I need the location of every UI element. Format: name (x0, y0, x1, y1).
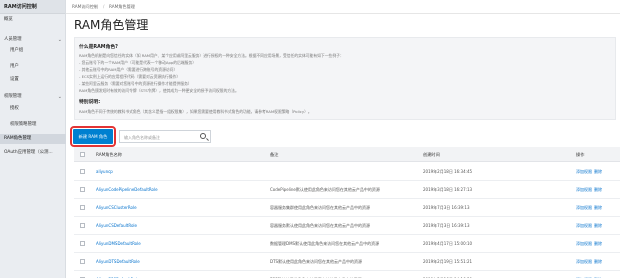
table-row: AliyunDMSDefaultRole 数据管理DMS默认使用此角色来访问您在其… (74, 235, 620, 253)
search-icon[interactable] (200, 133, 206, 139)
create-role-button[interactable]: 新建 RAM 角色 (70, 126, 116, 147)
row-actions: 添加权限删除 (576, 169, 602, 175)
table-row: aliyuncp 2019年2月18日 16:34:45 添加权限 删除 (74, 163, 620, 181)
delete-link[interactable]: 删除 (594, 187, 602, 192)
role-name-link[interactable]: AliyunCSDefaultRole (96, 223, 137, 228)
role-name-link[interactable]: AliyunCodePipelineDefaultRole (96, 187, 158, 192)
role-created-time: 2019年7月3日 16:39:13 (423, 205, 470, 210)
sidebar-item-label: 设置 (10, 77, 19, 82)
page-title: RAM角色管理 (74, 18, 149, 32)
sidebar-item[interactable]: 权限策略管理 (0, 120, 66, 130)
sidebar-item-label: 概览 (4, 17, 13, 22)
sidebar-item[interactable]: RAM角色管理 (0, 134, 66, 144)
sidebar-item[interactable]: 用户 (0, 62, 66, 72)
role-note: 容器服务默认使用此角色来访问您在其他云产品中的资源 (270, 223, 370, 228)
role-created-time: 2019年2月18日 16:34:45 (423, 169, 473, 174)
delete-link[interactable]: 删除 (594, 259, 602, 264)
sidebar-item-label: 权限策略管理 (10, 122, 37, 127)
row-checkbox[interactable] (80, 241, 85, 246)
role-created-time: 2019年2月19日 15:51:21 (423, 259, 473, 264)
table-header: RAM角色名称 备注 创建时间 操作 (74, 147, 620, 162)
table-row: AliyunDTSDefaultRole DTS默认使用此角色来访问您在其他云产品… (74, 253, 620, 271)
role-created-time: 2019年4月17日 15:00:10 (423, 241, 473, 246)
sidebar-item-label: RAM角色管理 (4, 136, 32, 141)
role-name-link[interactable]: AliyunCSClusterRole (96, 205, 137, 210)
sidebar-item-label: 用户 (10, 64, 19, 69)
row-checkbox[interactable] (80, 259, 85, 264)
info-line: - 您云账号下的一个RAM用户（可能是代表一个移动App的后端服务） (79, 60, 197, 65)
sidebar-item-label: 人员管理 (4, 37, 22, 42)
role-note: DTS默认使用此角色来访问您在其他云产品中的资源 (270, 259, 363, 264)
row-actions: 添加权限删除 (576, 187, 602, 193)
delete-link[interactable]: 删除 (594, 169, 602, 174)
role-name-link[interactable]: AliyunDMSDefaultRole (96, 241, 141, 246)
chevron-down-icon[interactable]: ⌄ (58, 35, 62, 45)
row-actions: 添加权限删除 (576, 205, 602, 211)
sidebar-item-label: 用户组 (10, 48, 24, 53)
table-row: AliyunCSDefaultRole 容器服务默认使用此角色来访问您在其他云产品… (74, 217, 620, 235)
row-actions: 添加权限删除 (576, 259, 602, 265)
column-header-name: RAM角色名称 (96, 152, 122, 157)
row-checkbox[interactable] (80, 187, 85, 192)
sidebar-item[interactable]: 设置 (0, 75, 66, 85)
breadcrumb: RAM访问控制 / RAM角色管理 (66, 0, 620, 14)
info-heading-notice: 特别说明: (79, 100, 101, 105)
add-permission-link[interactable]: 添加权限 (576, 223, 592, 228)
app-title: RAM访问控制 (0, 0, 65, 14)
add-permission-link[interactable]: 添加权限 (576, 187, 592, 192)
role-note: 容器服务集群使用此角色来访问您在其他云产品中的资源 (270, 205, 370, 210)
search-input[interactable] (124, 133, 200, 141)
column-header-created: 创建时间 (423, 152, 440, 157)
add-permission-link[interactable]: 添加权限 (576, 241, 592, 246)
delete-link[interactable]: 删除 (594, 241, 602, 246)
info-line: - 某些阿里云服务（需要对您账号中的资源进行操作才能提供服务） (79, 81, 192, 86)
row-checkbox[interactable] (80, 205, 85, 210)
select-all-checkbox[interactable] (80, 152, 85, 157)
add-permission-link[interactable]: 添加权限 (576, 169, 592, 174)
sidebar-item-label: 授权 (10, 106, 19, 111)
sidebar-item[interactable]: 概览 (0, 15, 66, 25)
table-row: AliyunCSClusterRole 容器服务集群使用此角色来访问您在其他云产品… (74, 199, 620, 217)
row-actions: 添加权限删除 (576, 223, 602, 229)
sidebar-item[interactable]: 授权 (0, 104, 66, 114)
info-line: - ECS实例上运行的应用程序代码（需要对云资源执行操作） (79, 74, 181, 79)
row-checkbox[interactable] (80, 223, 85, 228)
sidebar-item[interactable]: OAuth应用管理（公测... (0, 148, 66, 158)
search-box (119, 130, 211, 143)
column-header-ops: 操作 (576, 152, 585, 157)
table-row: AliyunCodePipelineDefaultRole CodePipelin… (74, 181, 620, 199)
add-permission-link[interactable]: 添加权限 (576, 259, 592, 264)
role-name-link[interactable]: aliyuncp (96, 169, 113, 174)
delete-link[interactable]: 删除 (594, 223, 602, 228)
table-row: AliyunESSDefaultRoleESS默认使用此角色来访问您在其他云产品… (74, 271, 620, 278)
sidebar-item[interactable]: 权限管理 ⌄ (0, 92, 66, 102)
info-heading: 什么是RAM角色? (79, 45, 118, 50)
info-line: - 其他云账号中的RAM用户（需要进行跨账号的资源访问） (79, 67, 178, 72)
role-name-link[interactable]: AliyunDTSDefaultRole (96, 259, 140, 264)
sidebar-item[interactable]: 用户组 (0, 46, 66, 56)
breadcrumb-separator: / (103, 4, 105, 9)
delete-link[interactable]: 删除 (594, 205, 602, 210)
breadcrumb-item-ram[interactable]: RAM访问控制 (72, 4, 98, 10)
role-created-time: 2019年7月3日 16:39:13 (423, 223, 470, 228)
role-note: CodePipeline默认使用此角色来访问您在其他云产品中的资源 (270, 187, 380, 192)
chevron-down-icon[interactable]: ⌄ (58, 92, 62, 102)
info-line: RAM角色不同于传统的教科书式角色（其含义是指一组权限集），如果您需要使用教科书… (79, 109, 312, 114)
info-line: RAM角色机制是向您信任的实体（如 RAM用户、某个应用或阿里云服务）进行授权的… (79, 53, 344, 58)
info-panel: 什么是RAM角色? RAM角色机制是向您信任的实体（如 RAM用户、某个应用或阿… (74, 37, 616, 120)
role-note: 数据管理DMS默认使用此角色来访问您在其他云产品中的资源 (270, 241, 380, 246)
sidebar-item-label: 权限管理 (4, 94, 22, 99)
role-created-time: 2019年3月18日 16:27:13 (423, 187, 473, 192)
info-line: RAM角色颁发短时有效的访问令牌（STS令牌），使其成为一种更安全的授予访问权限… (79, 88, 239, 93)
column-header-note: 备注 (270, 152, 279, 157)
sidebar-item-label: OAuth应用管理（公测... (4, 150, 53, 155)
row-actions: 添加权限删除 (576, 241, 602, 247)
sidebar-item[interactable]: 人员管理 ⌄ (0, 35, 66, 45)
row-checkbox[interactable] (80, 169, 85, 174)
breadcrumb-item-current: RAM角色管理 (109, 4, 135, 9)
sidebar: RAM访问控制 概览人员管理 ⌄ 用户组用户设置权限管理 ⌄ 授权权限策略管理 RAM角色… (0, 0, 66, 278)
add-permission-link[interactable]: 添加权限 (576, 205, 592, 210)
